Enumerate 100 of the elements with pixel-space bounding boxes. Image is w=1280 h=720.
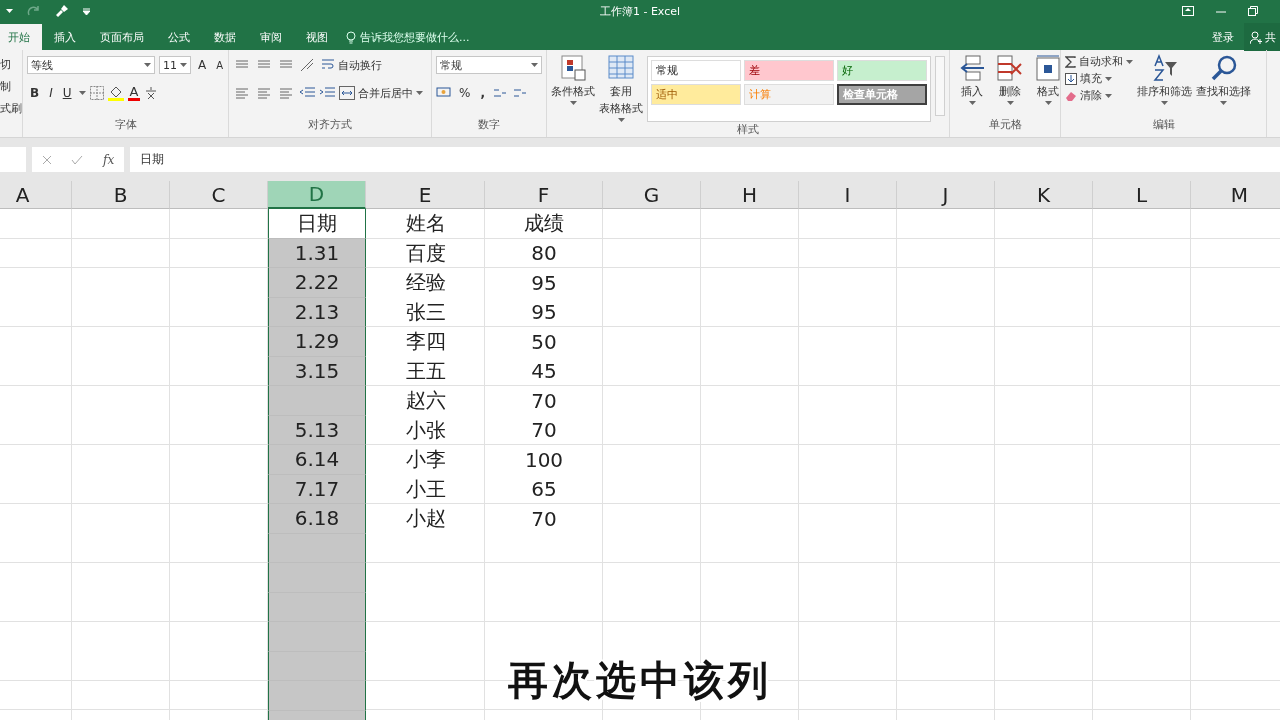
number-format-select[interactable]: 常规 bbox=[436, 56, 542, 74]
caret-icon[interactable] bbox=[1044, 101, 1052, 105]
column-header[interactable]: A bbox=[0, 181, 72, 209]
ribbon-tab[interactable]: 公式 bbox=[156, 24, 202, 50]
formula-field[interactable]: 日期 bbox=[130, 147, 1280, 172]
table-cell[interactable]: 日期 bbox=[268, 209, 366, 239]
brush-icon[interactable] bbox=[55, 4, 69, 18]
table-cell[interactable]: 2.22 bbox=[268, 268, 366, 298]
cell-style[interactable]: 适中 bbox=[651, 84, 741, 105]
table-cell[interactable]: 5.13 bbox=[268, 415, 366, 445]
table-cell[interactable]: 70 bbox=[485, 415, 603, 445]
font-family-select[interactable]: 等线 bbox=[27, 56, 155, 74]
ribbon-tab[interactable]: 审阅 bbox=[248, 24, 294, 50]
table-cell[interactable] bbox=[268, 533, 366, 563]
table-cell[interactable]: 张三 bbox=[366, 297, 485, 327]
table-cell[interactable]: 95 bbox=[485, 297, 603, 327]
cell-style[interactable]: 好 bbox=[837, 60, 927, 81]
clipboard-button[interactable]: 切 bbox=[0, 54, 22, 76]
column-header[interactable]: J bbox=[897, 181, 995, 209]
table-cell[interactable] bbox=[268, 622, 366, 652]
currency-icon[interactable] bbox=[436, 86, 452, 100]
table-cell[interactable] bbox=[268, 651, 366, 681]
column-header[interactable]: C bbox=[170, 181, 268, 209]
find-select-button[interactable]: 查找和选择 bbox=[1196, 54, 1251, 117]
phonetic-icon[interactable] bbox=[144, 86, 159, 100]
enter-icon[interactable] bbox=[71, 154, 84, 165]
table-cell[interactable] bbox=[268, 592, 366, 622]
cancel-icon[interactable] bbox=[41, 154, 52, 165]
autosum-button[interactable]: 自动求和 bbox=[1065, 54, 1133, 69]
table-cell[interactable]: 3.15 bbox=[268, 356, 366, 386]
table-cell[interactable]: 95 bbox=[485, 268, 603, 298]
increase-decimal-icon[interactable] bbox=[491, 86, 508, 100]
table-cell[interactable]: 成绩 bbox=[485, 209, 603, 239]
percent-button[interactable]: % bbox=[456, 85, 474, 101]
column-header[interactable]: D bbox=[268, 181, 366, 209]
table-cell[interactable]: 6.14 bbox=[268, 445, 366, 475]
cell-style[interactable]: 差 bbox=[744, 60, 834, 81]
caret-icon[interactable] bbox=[968, 101, 976, 105]
cell-style[interactable]: 常规 bbox=[651, 60, 741, 81]
caret-icon[interactable] bbox=[1161, 101, 1168, 105]
table-cell[interactable]: 1.29 bbox=[268, 327, 366, 357]
caret-icon[interactable] bbox=[617, 118, 625, 122]
column-header[interactable]: I bbox=[799, 181, 897, 209]
decrease-decimal-icon[interactable] bbox=[511, 86, 528, 100]
table-cell[interactable]: 70 bbox=[485, 386, 603, 416]
increase-indent-icon[interactable] bbox=[319, 86, 335, 100]
restore-icon[interactable] bbox=[1248, 6, 1258, 16]
table-cell[interactable]: 赵六 bbox=[366, 386, 485, 416]
caret-icon[interactable] bbox=[1220, 101, 1227, 105]
gallery-scrollbar[interactable] bbox=[935, 56, 945, 116]
format-cells-button[interactable]: 格式 bbox=[1034, 54, 1062, 117]
sort-filter-button[interactable]: 排序和筛选 bbox=[1137, 54, 1192, 117]
insert-function-button[interactable]: fx bbox=[103, 152, 115, 167]
decrease-indent-icon[interactable] bbox=[299, 86, 315, 100]
ribbon-tab[interactable]: 开始 bbox=[0, 24, 42, 50]
caret-icon[interactable] bbox=[1105, 93, 1112, 98]
column-header[interactable]: B bbox=[72, 181, 170, 209]
caret-icon[interactable] bbox=[180, 63, 187, 67]
redo-icon[interactable] bbox=[27, 5, 41, 17]
caret-icon[interactable] bbox=[569, 101, 577, 105]
column-header[interactable]: E bbox=[366, 181, 485, 209]
clipboard-button[interactable]: 制 bbox=[0, 76, 22, 98]
clipboard-button[interactable]: 式刷 bbox=[0, 98, 22, 120]
column-header[interactable]: H bbox=[701, 181, 799, 209]
table-cell[interactable]: 45 bbox=[485, 356, 603, 386]
customize-icon[interactable] bbox=[83, 7, 90, 15]
column-header[interactable]: K bbox=[995, 181, 1093, 209]
caret-icon[interactable] bbox=[1006, 101, 1014, 105]
insert-cells-button[interactable]: 插入 bbox=[958, 54, 986, 117]
table-cell[interactable]: 50 bbox=[485, 327, 603, 357]
table-cell[interactable]: 李四 bbox=[366, 327, 485, 357]
table-cell[interactable]: 经验 bbox=[366, 268, 485, 298]
table-cell[interactable]: 65 bbox=[485, 474, 603, 504]
underline-button[interactable]: U bbox=[59, 85, 75, 101]
caret-icon[interactable] bbox=[6, 9, 13, 13]
clear-button[interactable]: 清除 bbox=[1065, 88, 1133, 103]
fill-color-icon[interactable] bbox=[107, 85, 124, 101]
table-cell[interactable]: 1.31 bbox=[268, 238, 366, 268]
comma-button[interactable]: , bbox=[477, 85, 488, 101]
fill-button[interactable]: 填充 bbox=[1065, 71, 1133, 86]
format-as-table-button[interactable]: 套用 表格格式 bbox=[599, 54, 643, 122]
table-cell[interactable]: 7.17 bbox=[268, 474, 366, 504]
table-cell[interactable]: 小李 bbox=[366, 445, 485, 475]
italic-button[interactable]: I bbox=[46, 85, 56, 101]
table-cell[interactable]: 姓名 bbox=[366, 209, 485, 239]
font-color-button[interactable]: A bbox=[127, 85, 141, 101]
caret-icon[interactable] bbox=[531, 63, 538, 67]
column-header[interactable]: G bbox=[603, 181, 701, 209]
table-cell[interactable]: 小王 bbox=[366, 474, 485, 504]
caret-icon[interactable] bbox=[1105, 76, 1112, 81]
table-cell[interactable]: 百度 bbox=[366, 238, 485, 268]
border-icon[interactable] bbox=[89, 86, 104, 100]
wrap-text-button[interactable]: 自动换行 bbox=[321, 57, 382, 73]
table-cell[interactable] bbox=[268, 386, 366, 416]
tell-me-field[interactable]: 告诉我您想要做什么... bbox=[346, 24, 470, 50]
caret-icon[interactable] bbox=[1126, 59, 1133, 64]
table-cell[interactable]: 小张 bbox=[366, 415, 485, 445]
bold-button[interactable]: B bbox=[27, 85, 43, 101]
ribbon-tab[interactable]: 视图 bbox=[294, 24, 340, 50]
table-cell[interactable] bbox=[268, 563, 366, 593]
